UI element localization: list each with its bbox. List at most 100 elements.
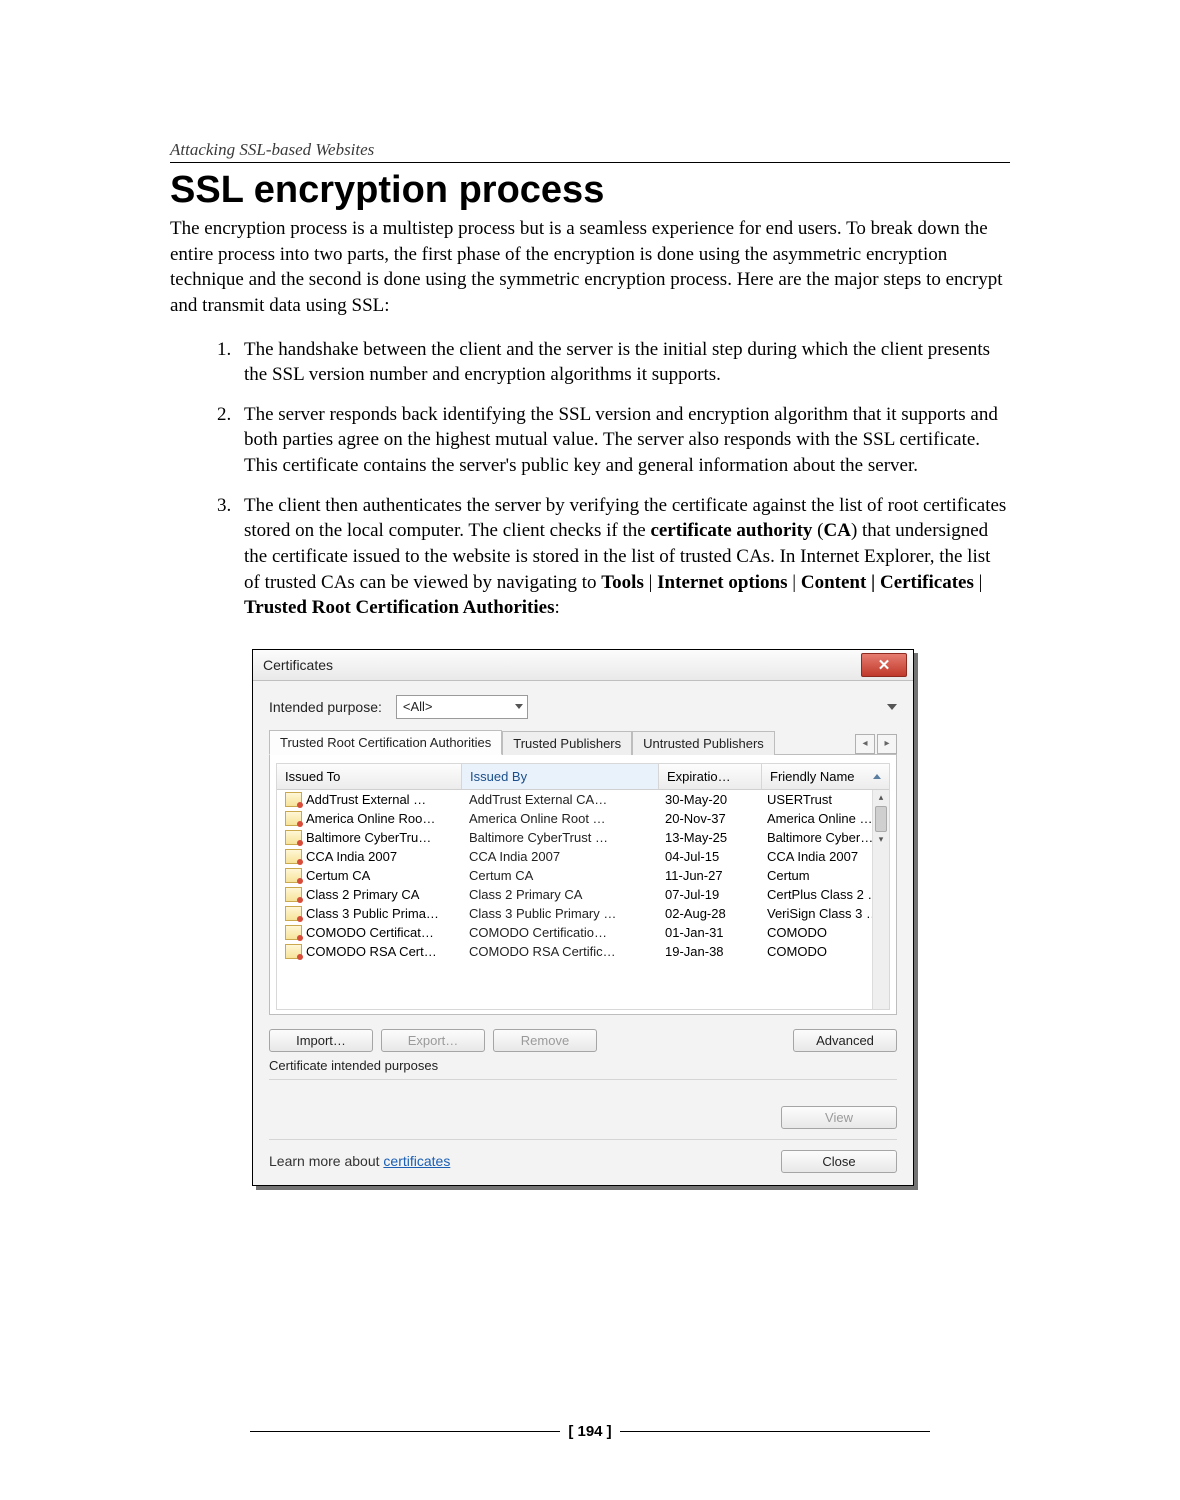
export-button[interactable]: Export… bbox=[381, 1029, 485, 1052]
table-row[interactable]: Certum CA Certum CA 11-Jun-27 Certum bbox=[277, 866, 889, 885]
tab-untrusted-publishers[interactable]: Untrusted Publishers bbox=[632, 731, 775, 755]
cell-friendly: CCA India 2007 bbox=[759, 848, 889, 865]
tab-scroll-left[interactable]: ◂ bbox=[855, 734, 875, 754]
dialog-footer: Learn more about certificates Close bbox=[269, 1150, 897, 1173]
certificate-icon bbox=[285, 925, 302, 940]
footer-rule-right bbox=[620, 1431, 930, 1432]
col-issued-by[interactable]: Issued By bbox=[462, 764, 659, 789]
sort-indicator-icon bbox=[873, 774, 881, 779]
close-dialog-button[interactable]: Close bbox=[781, 1150, 897, 1173]
dialog-body: Intended purpose: <All> Trusted Root Cer… bbox=[253, 681, 913, 1185]
certificate-list-pane: Issued To Issued By Expiratio… Friendly … bbox=[269, 755, 897, 1015]
step3-sep: | bbox=[644, 572, 657, 593]
steps-list: The handshake between the client and the… bbox=[170, 337, 1010, 621]
intended-purpose-label: Intended purpose: bbox=[269, 699, 382, 715]
vertical-scrollbar[interactable]: ▴ ▾ bbox=[872, 790, 889, 1009]
certificate-icon bbox=[285, 887, 302, 902]
close-icon: ✕ bbox=[878, 656, 891, 674]
col-expiration[interactable]: Expiratio… bbox=[659, 764, 762, 789]
cell-expiration: 20-Nov-37 bbox=[657, 810, 759, 827]
step3-seg: ( bbox=[812, 520, 823, 541]
cell-expiration: 01-Jan-31 bbox=[657, 924, 759, 941]
cell-issued-by: AddTrust External CA… bbox=[461, 791, 657, 808]
cell-issued-by: COMODO RSA Certific… bbox=[461, 943, 657, 960]
tab-trusted-root-ca[interactable]: Trusted Root Certification Authorities bbox=[269, 730, 502, 755]
close-button[interactable]: ✕ bbox=[861, 653, 907, 677]
section-title: SSL encryption process bbox=[170, 169, 1010, 212]
table-row[interactable]: Class 3 Public Prima… Class 3 Public Pri… bbox=[277, 904, 889, 923]
learn-more: Learn more about certificates bbox=[269, 1153, 450, 1169]
step-3: The client then authenticates the server… bbox=[236, 493, 1010, 621]
cell-friendly: Baltimore Cyber… bbox=[759, 829, 889, 846]
view-button[interactable]: View bbox=[781, 1106, 897, 1129]
table-row[interactable]: CCA India 2007 CCA India 2007 04-Jul-15 … bbox=[277, 847, 889, 866]
intro-paragraph: The encryption process is a multistep pr… bbox=[170, 216, 1010, 319]
step3-seg: : bbox=[554, 597, 559, 618]
step3-bold-trca: Trusted Root Certification Authorities bbox=[244, 597, 554, 618]
scroll-thumb[interactable] bbox=[875, 806, 887, 832]
cell-issued-to: Class 3 Public Prima… bbox=[306, 906, 439, 921]
cell-expiration: 02-Aug-28 bbox=[657, 905, 759, 922]
cell-issued-to: AddTrust External … bbox=[306, 792, 426, 807]
dropdown-icon[interactable] bbox=[887, 704, 897, 710]
cell-issued-by: America Online Root … bbox=[461, 810, 657, 827]
cell-issued-to: Certum CA bbox=[306, 868, 370, 883]
step3-sep: | bbox=[974, 572, 983, 593]
cell-friendly: COMODO bbox=[759, 943, 889, 960]
col-friendly-name[interactable]: Friendly Name bbox=[762, 764, 889, 789]
tab-scroll-right[interactable]: ▸ bbox=[877, 734, 897, 754]
learn-more-prefix: Learn more about bbox=[269, 1153, 383, 1169]
cell-friendly: Certum bbox=[759, 867, 889, 884]
tab-scroll-buttons: ◂ ▸ bbox=[855, 734, 897, 754]
tab-trusted-publishers[interactable]: Trusted Publishers bbox=[502, 731, 632, 755]
cell-friendly: CertPlus Class 2 … bbox=[759, 886, 889, 903]
step3-bold-content: Content | Certificates bbox=[801, 572, 974, 593]
table-row[interactable]: Class 2 Primary CA Class 2 Primary CA 07… bbox=[277, 885, 889, 904]
scroll-up-icon[interactable]: ▴ bbox=[873, 790, 889, 806]
remove-button[interactable]: Remove bbox=[493, 1029, 597, 1052]
cell-friendly: COMODO bbox=[759, 924, 889, 941]
certificate-icon bbox=[285, 811, 302, 826]
table-body[interactable]: AddTrust External … AddTrust External CA… bbox=[277, 790, 889, 1009]
scroll-down-icon[interactable]: ▾ bbox=[873, 832, 889, 848]
intended-purpose-value: <All> bbox=[403, 699, 433, 714]
table-row[interactable]: COMODO Certificat… COMODO Certificatio… … bbox=[277, 923, 889, 942]
cell-issued-to: Class 2 Primary CA bbox=[306, 887, 419, 902]
certificate-icon bbox=[285, 868, 302, 883]
intended-purpose-row: Intended purpose: <All> bbox=[269, 695, 897, 719]
cell-expiration: 19-Jan-38 bbox=[657, 943, 759, 960]
cell-friendly: VeriSign Class 3 … bbox=[759, 905, 889, 922]
learn-more-link[interactable]: certificates bbox=[383, 1153, 450, 1169]
step-2: The server responds back identifying the… bbox=[236, 402, 1010, 479]
step3-bold-ca-full: certificate authority bbox=[650, 520, 812, 541]
cell-friendly: USERTrust bbox=[759, 791, 889, 808]
certificate-icon bbox=[285, 830, 302, 845]
table-row[interactable]: Baltimore CyberTru… Baltimore CyberTrust… bbox=[277, 828, 889, 847]
cell-issued-by: COMODO Certificatio… bbox=[461, 924, 657, 941]
certificates-dialog: Certificates ✕ Intended purpose: <All> T… bbox=[252, 649, 914, 1186]
cell-issued-to: COMODO RSA Cert… bbox=[306, 944, 437, 959]
cell-issued-by: Certum CA bbox=[461, 867, 657, 884]
step3-bold-tools: Tools bbox=[601, 572, 644, 593]
table-row[interactable]: COMODO RSA Cert… COMODO RSA Certific… 19… bbox=[277, 942, 889, 961]
cell-friendly: America Online R… bbox=[759, 810, 889, 827]
action-button-row: Import… Export… Remove Advanced bbox=[269, 1029, 897, 1052]
table-row[interactable]: AddTrust External … AddTrust External CA… bbox=[277, 790, 889, 809]
advanced-button[interactable]: Advanced bbox=[793, 1029, 897, 1052]
running-header: Attacking SSL-based Websites bbox=[170, 140, 1010, 163]
dialog-titlebar[interactable]: Certificates ✕ bbox=[253, 650, 913, 681]
intended-purpose-combo[interactable]: <All> bbox=[396, 695, 528, 719]
table-row[interactable]: America Online Roo… America Online Root … bbox=[277, 809, 889, 828]
certificate-icon bbox=[285, 849, 302, 864]
col-issued-to[interactable]: Issued To bbox=[277, 764, 462, 789]
cell-issued-by: CCA India 2007 bbox=[461, 848, 657, 865]
import-button[interactable]: Import… bbox=[269, 1029, 373, 1052]
dialog-title: Certificates bbox=[263, 657, 333, 673]
cell-expiration: 04-Jul-15 bbox=[657, 848, 759, 865]
cell-issued-to: Baltimore CyberTru… bbox=[306, 830, 431, 845]
step3-bold-ca: CA bbox=[823, 520, 850, 541]
cell-expiration: 30-May-20 bbox=[657, 791, 759, 808]
certificate-table: Issued To Issued By Expiratio… Friendly … bbox=[276, 763, 890, 1010]
certificate-icon bbox=[285, 792, 302, 807]
table-header: Issued To Issued By Expiratio… Friendly … bbox=[277, 764, 889, 790]
